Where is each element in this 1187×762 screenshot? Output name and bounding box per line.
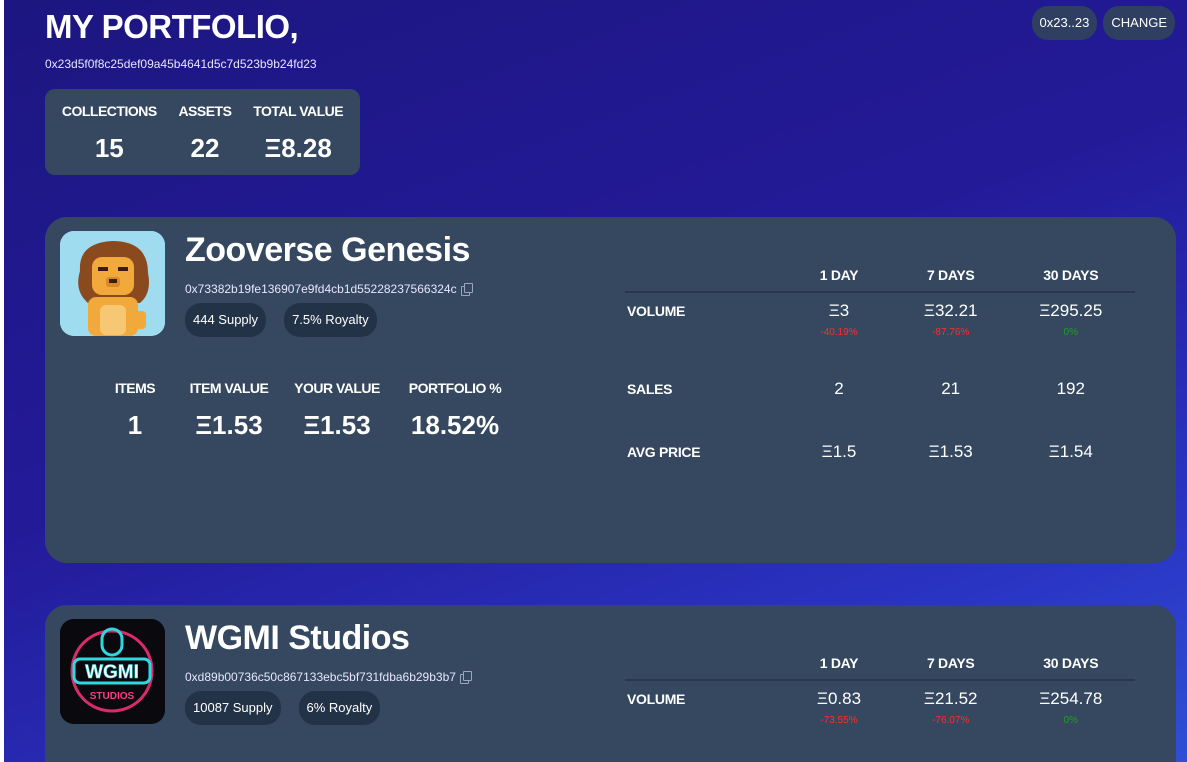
wallet-address: 0x23d5f0f8c25def09a45b4641d5c7d523b9b24f…	[45, 57, 317, 71]
total-value-label: TOTAL VALUE	[253, 103, 344, 119]
copy-icon[interactable]	[460, 283, 473, 296]
avg-price-label: AVG PRICE	[627, 444, 701, 460]
wgmi-logo-subtext: STUDIOS	[90, 691, 135, 702]
volume-1d-change: -40.19%	[820, 327, 858, 338]
portfolio-percent-stat: PORTFOLIO % 18.52%	[395, 380, 515, 441]
market-stats-table: 1 DAY 7 DAYS 30 DAYS VOLUME Ξ0.83 -73.55…	[625, 649, 1135, 726]
volume-row: VOLUME Ξ3 -40.19% Ξ32.21 -87.76% Ξ295.25…	[625, 301, 1135, 379]
volume-30d-change: 0%	[1063, 327, 1078, 338]
item-value-stat: ITEM VALUE Ξ1.53	[171, 380, 287, 441]
items-value: 1	[127, 410, 143, 440]
volume-30d-change: 0%	[1063, 715, 1078, 726]
header-30-days: 30 DAYS	[1043, 655, 1099, 671]
collection-address-text: 0xd89b00736c50c867133ebc5bf731fdba6b29b3…	[185, 670, 456, 684]
assets-stat: ASSETS 22	[178, 89, 232, 175]
volume-1d-change: -73.55%	[820, 715, 858, 726]
total-value-stat: TOTAL VALUE Ξ8.28	[253, 89, 343, 175]
sales-label: SALES	[627, 381, 673, 397]
header-1-day: 1 DAY	[819, 655, 859, 671]
volume-7d-cell: Ξ21.52 -76.07%	[895, 689, 1007, 726]
items-label: ITEMS	[114, 380, 156, 396]
collection-address-text: 0x73382b19fe136907e9fd4cb1d5522823756632…	[185, 282, 457, 296]
change-wallet-button[interactable]: CHANGE	[1103, 6, 1175, 40]
collections-stat: COLLECTIONS 15	[62, 89, 157, 175]
market-stats-header: 1 DAY 7 DAYS 30 DAYS	[625, 261, 1135, 293]
supply-badge: 10087 Supply	[185, 691, 281, 725]
collection-card-wgmi[interactable]: WGMI STUDIOS WGMI Studios 0xd89b00736c50…	[45, 605, 1176, 762]
avg-price-7d: Ξ1.53	[928, 442, 973, 461]
collection-name[interactable]: Zooverse Genesis	[185, 231, 470, 270]
header-7-days: 7 DAYS	[926, 655, 975, 671]
collection-address: 0x73382b19fe136907e9fd4cb1d5522823756632…	[185, 282, 473, 296]
volume-row: VOLUME Ξ0.83 -73.55% Ξ21.52 -76.07% Ξ254…	[625, 689, 1135, 726]
supply-badge: 444 Supply	[185, 303, 267, 337]
sales-30d: 192	[1056, 379, 1085, 398]
market-stats-header: 1 DAY 7 DAYS 30 DAYS	[625, 649, 1135, 681]
sales-row: SALES 2 21 192	[625, 379, 1135, 442]
wgmi-logo-icon: WGMI STUDIOS	[60, 619, 165, 724]
wgmi-logo-text: WGMI	[85, 662, 139, 683]
your-value-label: YOUR VALUE	[294, 380, 380, 396]
volume-1d: Ξ3	[828, 301, 850, 320]
your-value-stat: YOUR VALUE Ξ1.53	[287, 380, 387, 441]
volume-7d-change: -87.76%	[932, 327, 970, 338]
volume-1d: Ξ0.83	[816, 689, 862, 708]
copy-icon[interactable]	[459, 671, 472, 684]
wallet-short-button[interactable]: 0x23..23	[1031, 6, 1098, 40]
sales-1d: 2	[834, 379, 844, 398]
collections-label: COLLECTIONS	[61, 103, 157, 119]
header-1-day: 1 DAY	[819, 267, 859, 283]
avg-price-1d: Ξ1.5	[821, 442, 857, 461]
volume-1d-cell: Ξ0.83 -73.55%	[783, 689, 895, 726]
portfolio-percent-label: PORTFOLIO %	[408, 380, 502, 396]
item-value-value: Ξ1.53	[195, 410, 263, 440]
collections-value: 15	[94, 133, 124, 163]
volume-30d: Ξ295.25	[1039, 301, 1103, 320]
portfolio-percent-value: 18.52%	[410, 410, 500, 440]
royalty-badge: 7.5% Royalty	[284, 303, 377, 337]
volume-7d: Ξ32.21	[923, 301, 978, 320]
volume-7d: Ξ21.52	[923, 689, 978, 708]
royalty-badge: 6% Royalty	[298, 691, 381, 725]
volume-7d-cell: Ξ32.21 -87.76%	[895, 301, 1007, 338]
volume-30d: Ξ254.78	[1039, 689, 1103, 708]
collection-address: 0xd89b00736c50c867133ebc5bf731fdba6b29b3…	[185, 670, 472, 684]
volume-1d-cell: Ξ3 -40.19%	[783, 301, 895, 338]
collection-chips: 444 Supply 7.5% Royalty	[185, 303, 377, 337]
page-title: MY PORTFOLIO,	[45, 8, 299, 45]
market-stats-table: 1 DAY 7 DAYS 30 DAYS VOLUME Ξ3 -40.19% Ξ…	[625, 261, 1135, 462]
volume-7d-change: -76.07%	[932, 715, 970, 726]
volume-30d-cell: Ξ295.25 0%	[1007, 301, 1135, 338]
header-7-days: 7 DAYS	[926, 267, 975, 283]
assets-label: ASSETS	[178, 103, 232, 119]
collection-image-lion	[60, 231, 165, 336]
sales-7d: 21	[941, 379, 961, 398]
volume-label: VOLUME	[627, 303, 686, 319]
holding-stats: ITEMS 1 ITEM VALUE Ξ1.53 YOUR VALUE Ξ1.5…	[105, 380, 515, 441]
window-edge	[0, 0, 4, 762]
portfolio-summary: COLLECTIONS 15 ASSETS 22 TOTAL VALUE Ξ8.…	[45, 89, 360, 175]
collection-image-wgmi: WGMI STUDIOS	[60, 619, 165, 724]
collection-card-zooverse[interactable]: Zooverse Genesis 0x73382b19fe136907e9fd4…	[45, 217, 1176, 563]
total-value-value: Ξ8.28	[264, 133, 332, 163]
header-30-days: 30 DAYS	[1043, 267, 1099, 283]
items-stat: ITEMS 1	[105, 380, 165, 441]
volume-30d-cell: Ξ254.78 0%	[1007, 689, 1135, 726]
collection-chips: 10087 Supply 6% Royalty	[185, 691, 381, 725]
assets-value: 22	[190, 133, 220, 163]
item-value-label: ITEM VALUE	[189, 380, 269, 396]
lion-avatar-icon	[60, 231, 165, 336]
collection-name[interactable]: WGMI Studios	[185, 619, 410, 658]
your-value-value: Ξ1.53	[303, 410, 371, 440]
avg-price-row: AVG PRICE Ξ1.5 Ξ1.53 Ξ1.54	[625, 442, 1135, 462]
volume-label: VOLUME	[627, 691, 686, 707]
avg-price-30d: Ξ1.54	[1048, 442, 1093, 461]
wallet-controls: 0x23..23 CHANGE	[1031, 6, 1175, 40]
